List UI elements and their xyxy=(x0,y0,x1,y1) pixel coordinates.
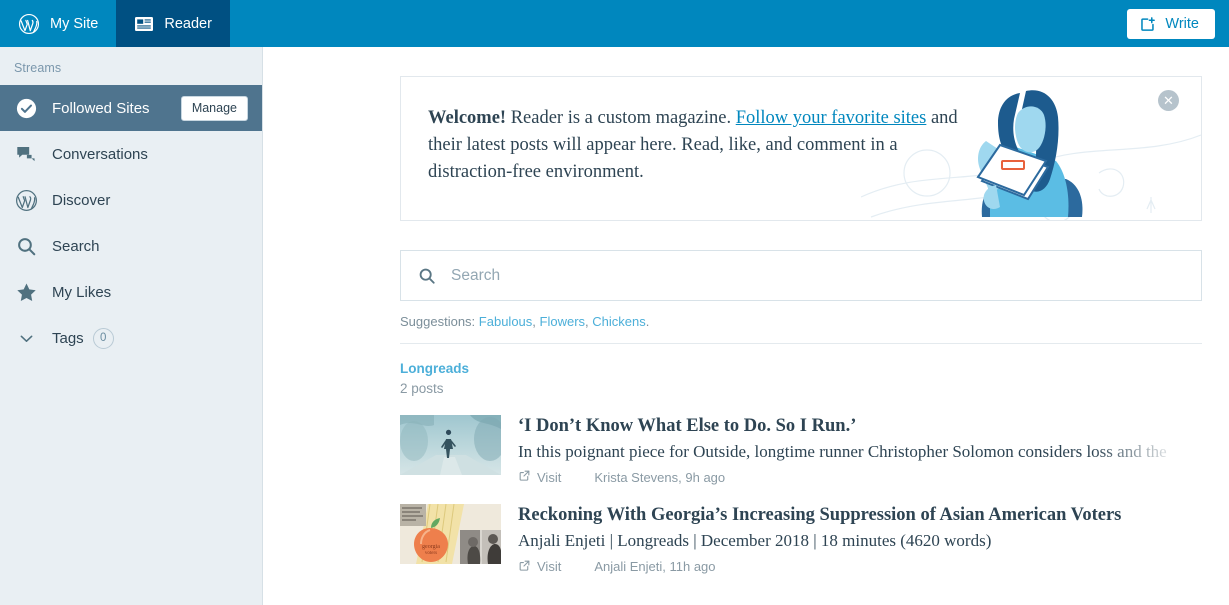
post-byline: Anjali Enjeti, 11h ago xyxy=(594,559,716,575)
masterbar-my-site-label: My Site xyxy=(50,15,99,32)
welcome-before: Reader is a custom magazine. xyxy=(506,108,736,128)
sidebar-item-followed-sites[interactable]: Followed Sites Manage xyxy=(0,85,262,131)
post-excerpt: In this poignant piece for Outside, long… xyxy=(518,441,1202,464)
stream-title-link[interactable]: Longreads xyxy=(400,361,469,376)
sidebar-heading: Streams xyxy=(14,61,62,75)
suggestion-link-1[interactable]: Flowers xyxy=(540,314,586,329)
peach-collage-thumbnail: georgia voters xyxy=(400,504,501,565)
sidebar-item-conversations[interactable]: Conversations xyxy=(0,131,262,177)
sidebar-item-tags-label: Tags xyxy=(52,329,84,347)
manage-button[interactable]: Manage xyxy=(180,95,248,121)
post-body: ‘I Don’t Know What Else to Do. So I Run.… xyxy=(518,415,1202,485)
search-input[interactable] xyxy=(451,266,1185,285)
search-suggestions: Suggestions: Fabulous, Flowers, Chickens… xyxy=(400,314,650,329)
search-icon xyxy=(14,234,38,258)
search-bar[interactable] xyxy=(400,250,1202,301)
sidebar-item-search[interactable]: Search xyxy=(0,223,262,269)
visit-link[interactable]: Visit xyxy=(518,469,561,485)
reader-column: Welcome! Reader is a custom magazine. Fo… xyxy=(400,47,1202,575)
svg-text:georgia: georgia xyxy=(422,544,440,550)
external-link-icon xyxy=(518,469,531,485)
visit-label: Visit xyxy=(537,469,562,485)
sidebar-item-my-likes[interactable]: My Likes xyxy=(0,269,262,315)
wordpress-icon xyxy=(18,13,40,35)
visit-link[interactable]: Visit xyxy=(518,559,561,575)
post-title[interactable]: Reckoning With Georgia’s Increasing Supp… xyxy=(518,504,1202,526)
app-shell: Streams Followed Sites Manage Conversati… xyxy=(0,47,1229,605)
sidebar-item-tags[interactable]: Tags 0 xyxy=(0,315,262,361)
masterbar-spacer xyxy=(230,0,1128,47)
wordpress-icon xyxy=(14,188,38,212)
welcome-text: Welcome! Reader is a custom magazine. Fo… xyxy=(401,77,1201,186)
post-excerpt: Anjali Enjeti | Longreads | December 201… xyxy=(518,531,992,551)
post-byline: Krista Stevens, 9h ago xyxy=(594,469,726,485)
masterbar-my-site[interactable]: My Site xyxy=(0,0,116,47)
search-icon xyxy=(417,266,437,286)
sidebar-item-conversations-label: Conversations xyxy=(52,145,148,163)
external-link-icon xyxy=(518,559,531,575)
runner-in-fog-thumbnail xyxy=(400,415,501,475)
suggestion-link-0[interactable]: Fabulous xyxy=(479,314,532,329)
follow-sites-link[interactable]: Follow your favorite sites xyxy=(736,108,927,128)
welcome-bold: Welcome! xyxy=(428,108,507,128)
reader-icon xyxy=(134,14,154,34)
post-title[interactable]: ‘I Don’t Know What Else to Do. So I Run.… xyxy=(518,415,1202,437)
sidebar-item-my-likes-label: My Likes xyxy=(52,283,112,301)
sidebar-item-discover-label: Discover xyxy=(52,191,111,209)
post-list-item[interactable]: georgia voters Reckoning With Georgia’s … xyxy=(400,504,1202,574)
checkmark-circle-icon xyxy=(14,96,38,120)
sidebar-item-search-label: Search xyxy=(52,237,100,255)
main-content: Welcome! Reader is a custom magazine. Fo… xyxy=(263,47,1229,605)
sidebar: Streams Followed Sites Manage Conversati… xyxy=(0,47,263,605)
suggestions-label: Suggestions: xyxy=(400,314,476,329)
tags-count-badge: 0 xyxy=(92,327,114,349)
post-meta: Visit Krista Stevens, 9h ago xyxy=(518,469,1202,485)
post-meta: Visit Anjali Enjeti, 11h ago xyxy=(518,559,1202,575)
svg-text:voters: voters xyxy=(425,551,437,556)
welcome-banner: Welcome! Reader is a custom magazine. Fo… xyxy=(400,76,1202,221)
stream-post-count: 2 posts xyxy=(400,381,444,396)
masterbar-reader-label: Reader xyxy=(164,15,212,32)
masterbar: My Site Reader Write xyxy=(0,0,1229,47)
masterbar-reader[interactable]: Reader xyxy=(116,0,230,47)
post-list-item[interactable]: ‘I Don’t Know What Else to Do. So I Run.… xyxy=(400,415,1202,485)
write-button-label: Write xyxy=(1165,15,1199,32)
suggestion-link-2[interactable]: Chickens xyxy=(592,314,645,329)
write-icon xyxy=(1139,15,1157,33)
stream-header: Longreads 2 posts xyxy=(400,344,1202,396)
star-icon xyxy=(14,280,38,304)
sidebar-item-followed-sites-label: Followed Sites xyxy=(52,99,150,117)
visit-label: Visit xyxy=(537,559,562,575)
write-button[interactable]: Write xyxy=(1127,8,1215,39)
chevron-down-icon xyxy=(14,326,38,350)
comments-icon xyxy=(14,142,38,166)
close-icon[interactable]: ✕ xyxy=(1158,90,1179,111)
sidebar-item-discover[interactable]: Discover xyxy=(0,177,262,223)
post-body: Reckoning With Georgia’s Increasing Supp… xyxy=(518,504,1202,574)
